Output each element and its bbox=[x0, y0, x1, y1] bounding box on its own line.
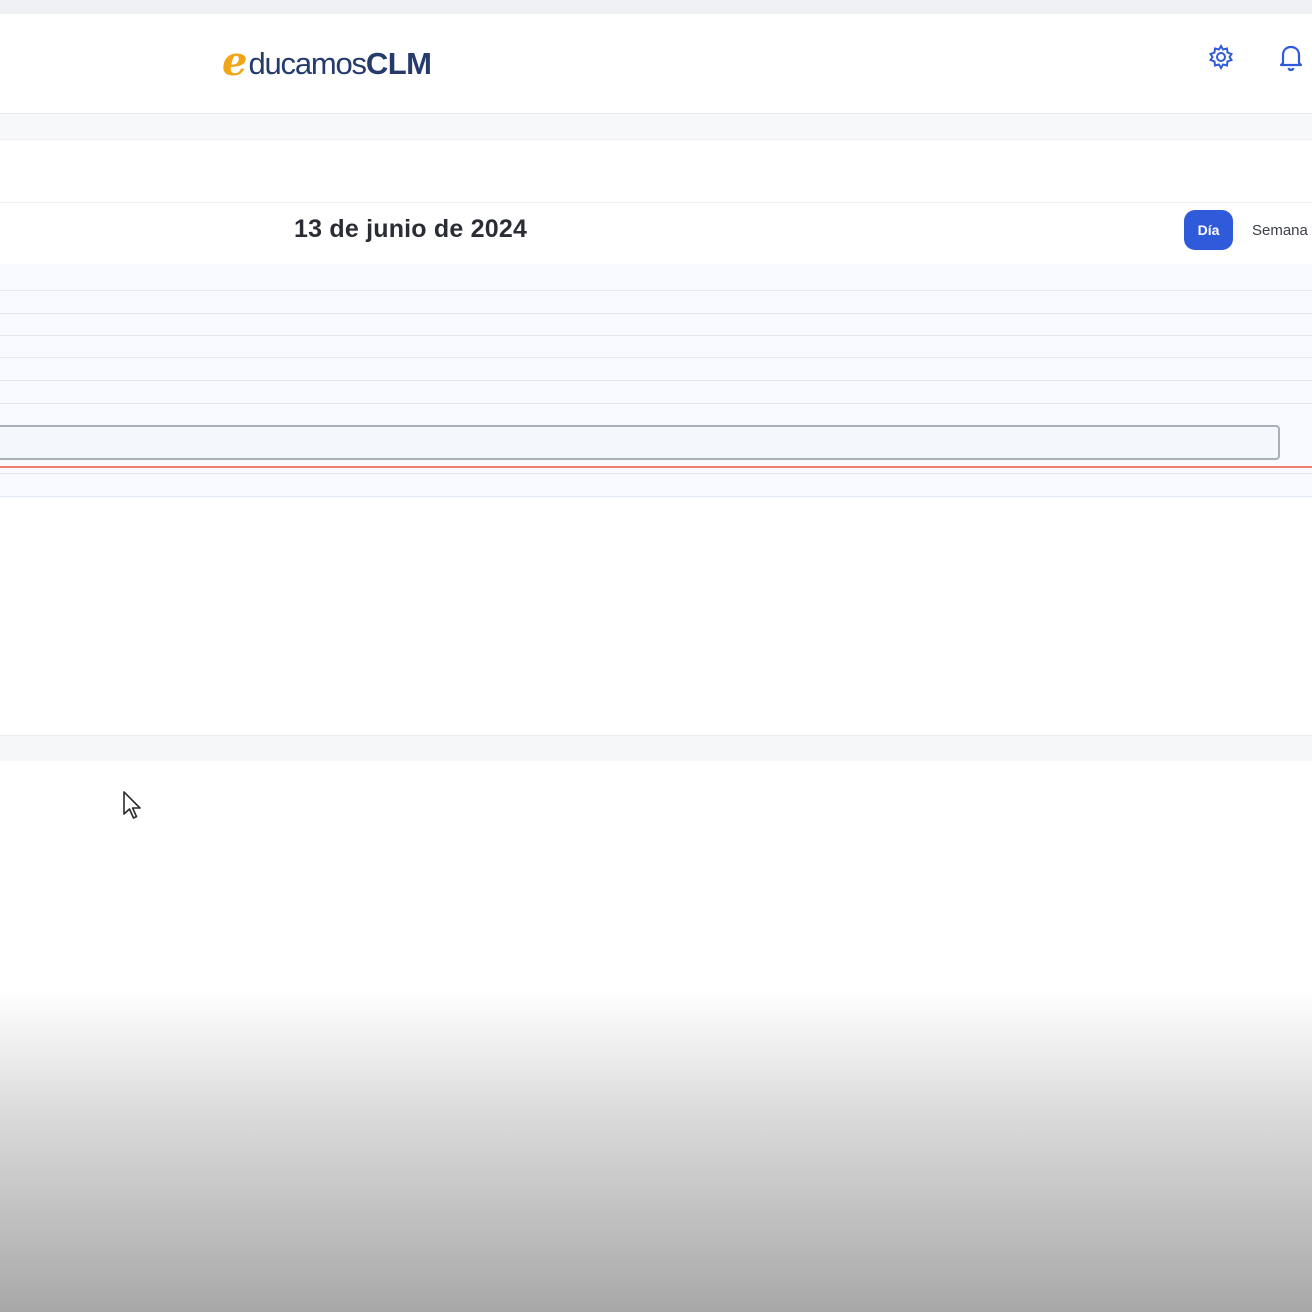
calendar-footer-band bbox=[0, 735, 1312, 761]
logo-ducamos: ducamos bbox=[248, 46, 367, 81]
logo-e: e bbox=[222, 38, 248, 85]
page: e ducamos CLM 13 de junio de 2024 Día Se… bbox=[0, 0, 1312, 1312]
grid-line bbox=[0, 290, 1312, 291]
browser-top-strip bbox=[0, 0, 1312, 14]
settings-button[interactable] bbox=[1206, 40, 1236, 74]
logo-clm: CLM bbox=[365, 46, 432, 81]
grid-line bbox=[0, 473, 1312, 474]
notifications-button[interactable] bbox=[1276, 40, 1306, 74]
calendar-day-grid[interactable] bbox=[0, 264, 1312, 498]
view-day-button[interactable]: Día bbox=[1184, 210, 1233, 250]
mouse-pointer-icon bbox=[123, 791, 141, 819]
subheader-band bbox=[0, 114, 1312, 140]
grid-line bbox=[0, 496, 1312, 497]
bell-icon bbox=[1279, 45, 1303, 72]
calendar-date-title: 13 de junio de 2024 bbox=[294, 215, 528, 243]
bottom-fade-overlay bbox=[0, 990, 1312, 1312]
app-header: e ducamos CLM bbox=[0, 14, 1312, 114]
calendar-toolbar: 13 de junio de 2024 Día Semana bbox=[0, 202, 1312, 264]
view-week-button[interactable]: Semana bbox=[1252, 210, 1312, 250]
calendar-selected-slot[interactable] bbox=[0, 425, 1280, 460]
gear-icon bbox=[1208, 43, 1234, 71]
grid-line bbox=[0, 313, 1312, 314]
grid-line bbox=[0, 403, 1312, 404]
educamosclm-logo[interactable]: e ducamos CLM bbox=[222, 38, 432, 82]
grid-line bbox=[0, 380, 1312, 381]
grid-line bbox=[0, 357, 1312, 358]
grid-line bbox=[0, 335, 1312, 336]
current-time-indicator bbox=[0, 466, 1312, 468]
